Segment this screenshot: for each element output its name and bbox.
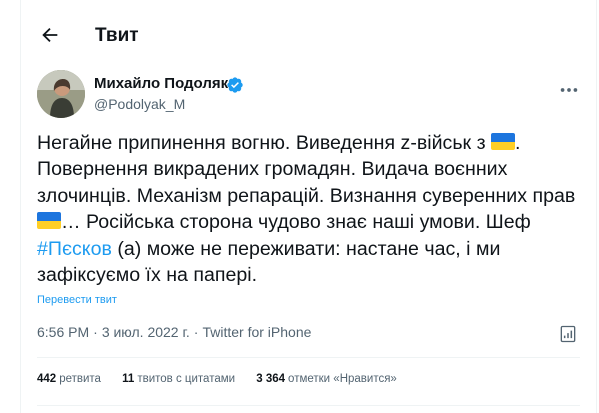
ukraine-flag-icon: [37, 212, 61, 230]
tweet-stats: 442 ретвита 11 твитов с цитатами 3 364 отме…: [37, 373, 415, 385]
retweets-label: ретвита: [59, 373, 101, 385]
more-options-icon[interactable]: [558, 79, 580, 101]
avatar[interactable]: [37, 70, 85, 118]
translate-link[interactable]: Перевести твит: [37, 294, 117, 306]
tweet-text-part: Негайне припинення вогню. Виведення z-ві…: [37, 132, 491, 154]
quotes-count: 11: [122, 373, 135, 385]
likes-count: 3 364: [256, 373, 286, 385]
analytics-icon[interactable]: [558, 324, 578, 344]
tweet-text: Негайне припинення вогню. Виведення z-ві…: [37, 130, 585, 288]
verified-badge-icon: [226, 76, 244, 94]
tweet-page: Твит Михайло Подоляк @Podolyak_M Негайне…: [20, 0, 597, 413]
separator: ·: [193, 324, 199, 340]
author-handle[interactable]: @Podolyak_M: [94, 96, 185, 112]
divider: [37, 357, 580, 358]
quotes-label: твитов с цитатами: [137, 373, 236, 385]
hashtag-link[interactable]: #Пєсков: [37, 238, 112, 260]
arrow-left-icon[interactable]: [39, 24, 61, 46]
separator: ·: [93, 324, 98, 340]
retweets-stat[interactable]: 442 ретвита: [37, 373, 101, 385]
tweet-text-part: … Російська сторона чудово знає наші умо…: [61, 211, 531, 234]
tweet-source[interactable]: Twitter for iPhone: [202, 324, 311, 340]
page-title: Твит: [95, 25, 139, 46]
divider: [37, 405, 580, 406]
author-name[interactable]: Михайло Подоляк: [94, 75, 228, 92]
quotes-stat[interactable]: 11 твитов с цитатами: [122, 373, 235, 385]
likes-stat[interactable]: 3 364 отметки «Нравится»: [256, 373, 397, 385]
tweet-date[interactable]: 3 июл. 2022 г.: [102, 324, 190, 340]
retweets-count: 442: [37, 373, 57, 385]
tweet-meta: 6:56 PM · 3 июл. 2022 г. · Twitter for iPhon…: [37, 324, 311, 340]
tweet-time[interactable]: 6:56 PM: [37, 324, 89, 340]
likes-label: отметки «Нравится»: [288, 373, 397, 385]
ukraine-flag-icon: [491, 133, 515, 150]
header: Твит: [21, 0, 596, 70]
